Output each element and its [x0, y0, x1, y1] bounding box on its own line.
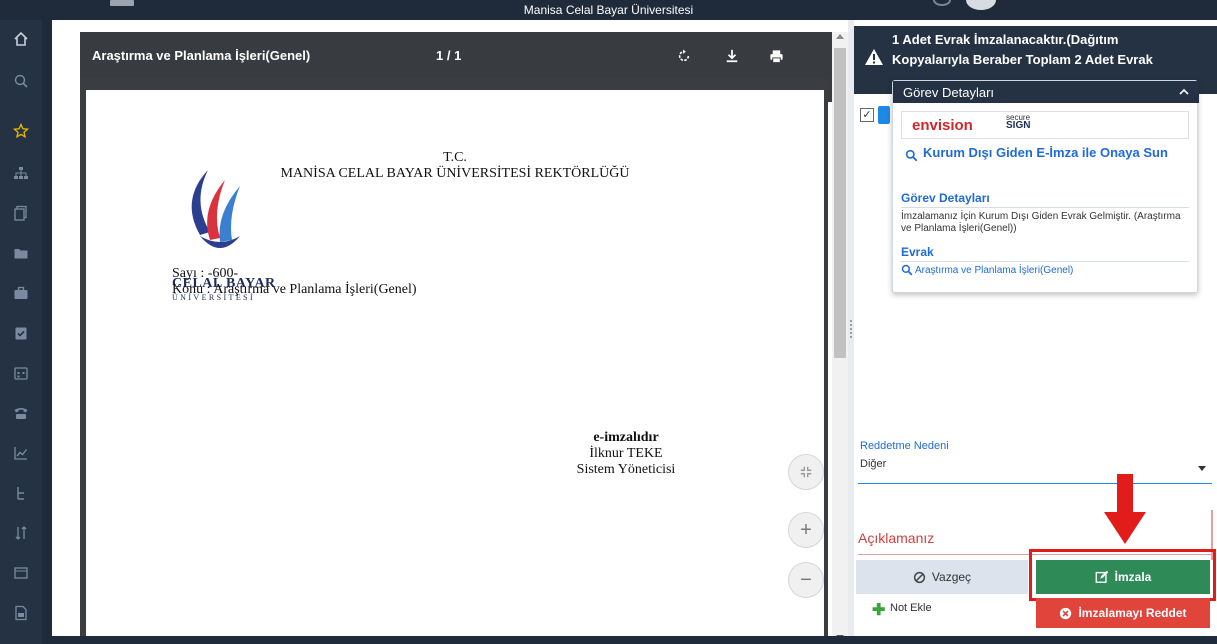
- evrak-heading: Evrak: [901, 245, 1189, 262]
- app-title: Manisa Celal Bayar Üniversitesi: [523, 3, 694, 17]
- chart-icon[interactable]: [8, 440, 34, 466]
- home-icon[interactable]: [8, 26, 34, 52]
- envision-brand: envision: [912, 117, 973, 134]
- reject-reason-value: Diğer: [860, 458, 887, 470]
- folder-icon[interactable]: [8, 240, 34, 266]
- task-details-text: İmzalamanız İçin Kurum Dışı Giden Evrak …: [901, 211, 1181, 234]
- signer-title: Sistem Yöneticisi: [576, 462, 676, 477]
- star-icon[interactable]: [8, 118, 34, 144]
- task-details-popup: Görev Detayları envision secure SIGN Kur…: [892, 80, 1199, 293]
- popup-header[interactable]: Görev Detayları: [893, 81, 1199, 103]
- briefcase-icon[interactable]: [8, 280, 34, 306]
- doc-header-rektorluk: MANİSA CELAL BAYAR ÜNİVERSİTESİ REKTÖRLÜ…: [280, 166, 630, 181]
- caret-down-icon: [1198, 466, 1206, 471]
- plus-icon: ✚: [872, 602, 886, 619]
- search-icon[interactable]: [8, 68, 34, 94]
- sort-icon[interactable]: [8, 520, 34, 546]
- search-icon: [901, 264, 913, 276]
- description-label: Açıklamanız: [858, 530, 935, 546]
- tab-chip[interactable]: [878, 106, 890, 124]
- bottom-strip: [52, 636, 1217, 644]
- send-for-approval-label: Kurum Dışı Giden E-İmza ile Onaya Sun: [923, 145, 1168, 160]
- times-circle-icon: [1060, 607, 1072, 619]
- cancel-label: Vazgeç: [931, 570, 972, 584]
- evrak-link[interactable]: Araştırma ve Planlama İşleri(Genel): [901, 264, 1074, 276]
- calendar-icon[interactable]: [8, 360, 34, 386]
- sitemap-icon[interactable]: [8, 160, 34, 186]
- search-icon: [905, 149, 918, 162]
- doc-header-tc: T.C.: [443, 150, 467, 165]
- zoom-out-button[interactable]: −: [788, 562, 824, 598]
- cancel-button[interactable]: Vazgeç: [856, 560, 1028, 594]
- download-icon[interactable]: [720, 44, 744, 68]
- signer-name: İlknur TEKE: [589, 446, 663, 461]
- evrak-link-label: Araştırma ve Planlama İşleri(Genel): [915, 265, 1074, 276]
- zoom-in-button[interactable]: +: [788, 512, 824, 548]
- chevron-up-icon[interactable]: [1179, 87, 1189, 97]
- add-note-button[interactable]: ✚ Not Ekle: [872, 602, 932, 619]
- page-indicator: 1 / 1: [436, 48, 462, 63]
- reject-signing-button[interactable]: İmzalamayı Reddet: [1036, 598, 1210, 628]
- print-icon[interactable]: [764, 44, 788, 68]
- e-signature-note: e-imzalıdır: [593, 430, 659, 445]
- documents-icon[interactable]: [8, 200, 34, 226]
- file-icon[interactable]: [8, 600, 34, 626]
- task-details-heading: Görev Detayları: [901, 191, 1189, 208]
- viewer-scrollbar[interactable]: [832, 32, 848, 644]
- doc-sayi: Sayı : -600-: [172, 266, 239, 281]
- ban-icon: [913, 571, 926, 583]
- scroll-thumb[interactable]: [834, 48, 846, 358]
- sign-text: SIGN: [1006, 120, 1031, 131]
- hierarchy-icon[interactable]: [8, 480, 34, 506]
- document-viewer: Araştırma ve Planlama İşleri(Genel) 1 / …: [52, 20, 848, 644]
- reject-reason-select[interactable]: Diğer: [858, 456, 1212, 484]
- document-title: Araştırma ve Planlama İşleri(Genel): [92, 48, 311, 63]
- select-checkbox[interactable]: ✓: [860, 108, 874, 122]
- securesign-brand: secure SIGN: [1006, 114, 1031, 131]
- top-bar: Manisa Celal Bayar Üniversitesi: [0, 0, 1217, 20]
- warning-text: 1 Adet Evrak İmzalanacaktır.(Dağıtım Kop…: [892, 32, 1153, 67]
- send-for-approval-link[interactable]: Kurum Dışı Giden E-İmza ile Onaya Sun: [905, 145, 1185, 162]
- clipboard-icon[interactable]: [8, 320, 34, 346]
- window-icon[interactable]: [8, 560, 34, 586]
- scroll-up-icon[interactable]: [836, 34, 844, 39]
- phone-icon[interactable]: [8, 400, 34, 426]
- splitter-handle-icon[interactable]: [850, 320, 852, 338]
- warning-icon: [865, 49, 883, 65]
- reject-reason-label: Reddetme Nedeni: [860, 440, 949, 452]
- sign-highlight-box: [1029, 549, 1216, 601]
- popup-title: Görev Detayları: [903, 85, 995, 100]
- arrow-down-icon: [1104, 474, 1146, 544]
- document-page: CELAL BAYAR ÜNİVERSİTESİ T.C. MANİSA CEL…: [86, 90, 824, 644]
- envision-securesign-logo: envision secure SIGN: [901, 111, 1189, 139]
- reject-signing-label: İmzalamayı Reddet: [1078, 606, 1187, 620]
- rotate-icon[interactable]: [672, 44, 696, 68]
- left-nav: [0, 20, 42, 644]
- add-note-label: Not Ekle: [890, 602, 932, 614]
- doc-konu: Konu : Araştırma ve Planlama İşleri(Gene…: [172, 282, 417, 297]
- app-root: Manisa Celal Bayar Üniversitesi Araştırm…: [0, 0, 1217, 644]
- fit-page-button[interactable]: [788, 454, 824, 490]
